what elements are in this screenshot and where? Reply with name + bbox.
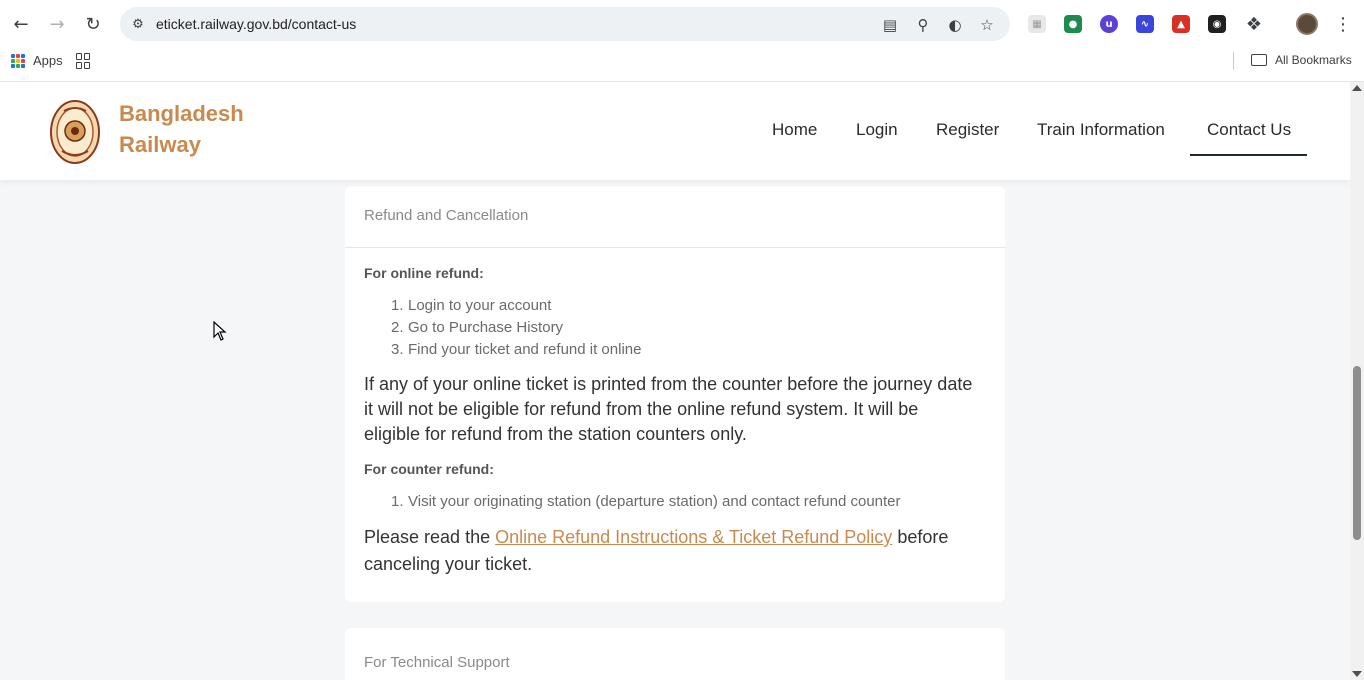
counter-step-1: 1. Visit your originating station (depart… bbox=[391, 493, 901, 510]
refund-card-title: Refund and Cancellation bbox=[364, 207, 529, 224]
nav-active-indicator bbox=[1190, 154, 1307, 156]
forward-icon[interactable]: → bbox=[45, 12, 69, 36]
policy-notice: Please read the Online Refund Instructio… bbox=[364, 527, 949, 574]
refund-card: Refund and Cancellation For online refun… bbox=[345, 186, 1005, 602]
refund-notice: If any of your online ticket is printed … bbox=[364, 374, 973, 444]
nav-login[interactable]: Login bbox=[856, 120, 898, 140]
online-step-1: 1. Login to your account bbox=[391, 297, 552, 314]
extension-icon-6[interactable]: ◉ bbox=[1208, 15, 1226, 33]
site-info-icon[interactable]: ⚙ bbox=[128, 14, 148, 34]
technical-support-card: For Technical Support bbox=[345, 628, 1005, 680]
scroll-up-arrow-icon[interactable] bbox=[1352, 85, 1362, 91]
nav-train-information[interactable]: Train Information bbox=[1037, 120, 1165, 140]
folder-icon[interactable] bbox=[1251, 54, 1267, 66]
site-brand-name[interactable]: Bangladesh Railway bbox=[119, 98, 259, 160]
technical-support-title: For Technical Support bbox=[364, 654, 510, 671]
online-step-3: 3. Find your ticket and refund it online bbox=[391, 341, 642, 358]
zoom-icon[interactable]: ⚲ bbox=[912, 14, 934, 36]
bookmarks-bar: Apps All Bookmarks bbox=[0, 48, 1364, 82]
counter-refund-heading: For counter refund: bbox=[364, 461, 494, 477]
online-step-2: 2. Go to Purchase History bbox=[391, 319, 564, 336]
bangladesh-railway-logo[interactable] bbox=[50, 99, 100, 165]
tab-groups-icon[interactable] bbox=[76, 53, 92, 69]
scroll-down-arrow-icon[interactable] bbox=[1352, 671, 1362, 677]
all-bookmarks[interactable]: All Bookmarks bbox=[1275, 53, 1352, 67]
bookmarks-divider bbox=[1233, 52, 1234, 70]
site-header: Bangladesh Railway Home Login Register T… bbox=[0, 82, 1350, 180]
apps-icon[interactable] bbox=[11, 54, 25, 68]
nav-contact-us[interactable]: Contact Us bbox=[1207, 120, 1291, 140]
extension-icon-4[interactable]: ∿ bbox=[1136, 15, 1154, 33]
scrollbar-thumb[interactable] bbox=[1353, 366, 1361, 540]
online-refund-heading: For online refund: bbox=[364, 265, 484, 281]
page-viewport: Bangladesh Railway Home Login Register T… bbox=[0, 82, 1364, 680]
refund-policy-link[interactable]: Online Refund Instructions & Ticket Refu… bbox=[495, 527, 892, 547]
extension-icon-2[interactable]: ● bbox=[1064, 15, 1082, 33]
nav-register[interactable]: Register bbox=[936, 120, 999, 140]
extension-icon-1[interactable]: ▦ bbox=[1028, 15, 1046, 33]
eye-off-icon[interactable]: ◐ bbox=[944, 14, 966, 36]
profile-avatar[interactable] bbox=[1296, 13, 1318, 35]
browser-menu-icon[interactable]: ⋮ bbox=[1334, 12, 1352, 36]
bookmark-star-icon[interactable]: ☆ bbox=[976, 14, 998, 36]
nav-home[interactable]: Home bbox=[772, 120, 817, 140]
apps-bookmark[interactable]: Apps bbox=[33, 53, 63, 68]
refund-card-header: Refund and Cancellation bbox=[345, 186, 1005, 248]
extensions-puzzle-icon[interactable]: ❖ bbox=[1242, 12, 1266, 36]
back-icon[interactable]: ← bbox=[9, 12, 33, 36]
page-scrollbar[interactable] bbox=[1350, 82, 1364, 680]
mouse-cursor-icon bbox=[213, 321, 227, 341]
url-text[interactable]: eticket.railway.gov.bd/contact-us bbox=[156, 16, 356, 32]
extension-icon-5[interactable]: ▲ bbox=[1172, 15, 1190, 33]
address-bar[interactable]: ⚙ eticket.railway.gov.bd/contact-us ▤ ⚲ … bbox=[120, 7, 1010, 41]
install-app-icon[interactable]: ▤ bbox=[879, 14, 901, 36]
extension-icon-3[interactable]: u bbox=[1100, 15, 1118, 33]
reload-icon[interactable]: ↻ bbox=[81, 12, 105, 36]
browser-toolbar: ← → ↻ ⚙ eticket.railway.gov.bd/contact-u… bbox=[0, 0, 1364, 48]
